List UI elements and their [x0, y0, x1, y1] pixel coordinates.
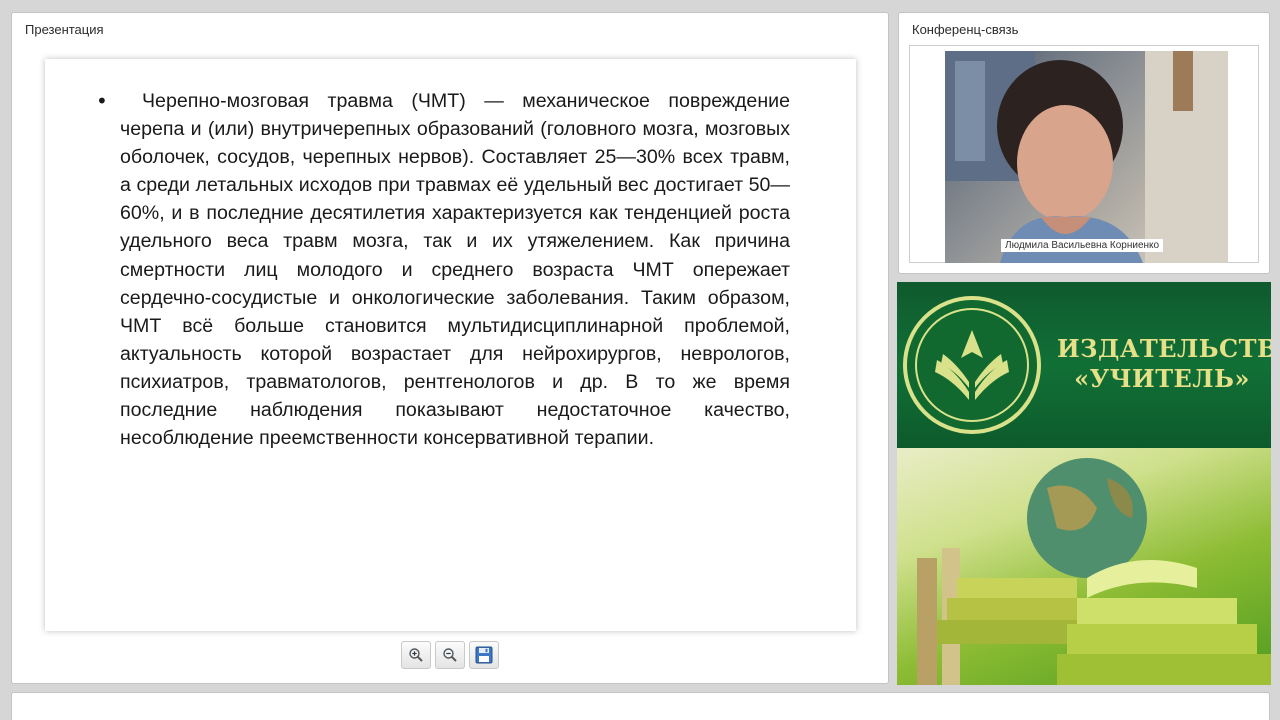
participant-video[interactable]: Людмила Васильевна Корниенко: [945, 51, 1228, 263]
floppy-disk-icon: [475, 646, 493, 664]
publisher-banner: ИЗДАТЕЛЬСТВО «УЧИТЕЛЬ»: [897, 282, 1271, 685]
book-logo-icon: [935, 330, 1009, 400]
slide-bullet: •: [96, 89, 108, 113]
slide-body: • Черепно-мозговая травма (ЧМТ) — механи…: [96, 87, 790, 452]
publisher-name: ИЗДАТЕЛЬСТВО «УЧИТЕЛЬ»: [1057, 334, 1271, 394]
bottom-panel: [11, 692, 1270, 720]
video-container: Людмила Васильевна Корниенко: [909, 45, 1259, 263]
conference-panel-title: Конференц-связь: [912, 22, 1019, 37]
participant-name-label: Людмила Васильевна Корниенко: [1001, 239, 1164, 252]
presentation-panel: Презентация • Черепно-мозговая травма (Ч…: [11, 12, 889, 684]
banner-image: [897, 448, 1271, 685]
participant-photo: [945, 51, 1228, 263]
publisher-name-line2: «УЧИТЕЛЬ»: [1074, 364, 1250, 393]
save-button[interactable]: [469, 641, 499, 669]
zoom-in-icon: [409, 648, 423, 662]
slide-text: Черепно-мозговая травма (ЧМТ) — механиче…: [120, 90, 790, 450]
banner-header: ИЗДАТЕЛЬСТВО «УЧИТЕЛЬ»: [897, 282, 1271, 448]
zoom-out-icon: [443, 648, 457, 662]
presentation-toolbar: [401, 641, 499, 671]
zoom-in-button[interactable]: [401, 641, 431, 669]
zoom-out-button[interactable]: [435, 641, 465, 669]
books-and-globe-illustration: [917, 458, 1271, 685]
conference-panel: Конференц-связь Людмила Васильевна Корни…: [898, 12, 1270, 274]
publisher-name-line1: ИЗДАТЕЛЬСТВО: [1057, 334, 1271, 363]
presentation-slide: • Черепно-мозговая травма (ЧМТ) — механи…: [45, 59, 856, 631]
presentation-panel-title: Презентация: [25, 22, 104, 37]
publisher-logo: [903, 296, 1041, 434]
